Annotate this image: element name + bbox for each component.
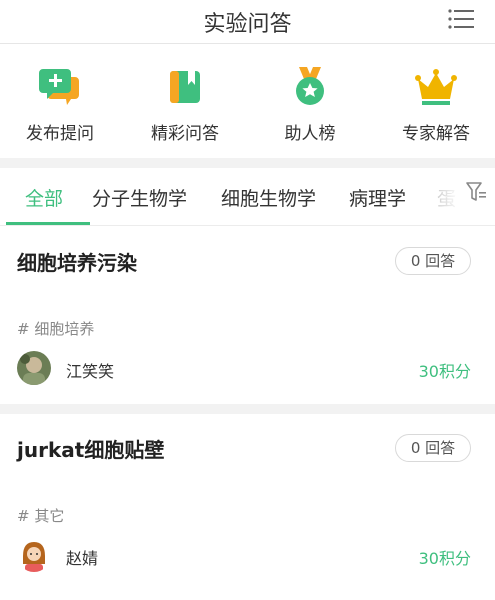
- question-title[interactable]: 细胞培养污染: [17, 247, 137, 276]
- tab-all[interactable]: 全部: [25, 184, 63, 211]
- filter-icon[interactable]: [465, 180, 487, 204]
- book-icon: [170, 71, 200, 103]
- question-card[interactable]: jurkat细胞贴壁 0 回答 # 其它 赵婧 30积分: [0, 414, 495, 600]
- list-menu-icon[interactable]: [447, 8, 475, 30]
- expert-answers-button[interactable]: 专家解答: [381, 67, 491, 144]
- tab-cell-biology[interactable]: 细胞生物学: [221, 184, 316, 211]
- category-tabs: 全部 分子生物学 细胞生物学 病理学 蛋: [0, 168, 495, 226]
- question-tag[interactable]: # 细胞培养: [17, 318, 94, 339]
- points-reward: 30积分: [418, 549, 471, 568]
- user-name[interactable]: 江笑笑: [66, 358, 114, 382]
- tab-pathology[interactable]: 病理学: [349, 184, 406, 211]
- featured-qa-button[interactable]: 精彩问答: [130, 67, 240, 144]
- points-reward: 30积分: [418, 362, 471, 381]
- page-title: 实验问答: [203, 12, 292, 37]
- active-tab-indicator: [6, 222, 90, 225]
- avatar[interactable]: [17, 351, 51, 385]
- tab-molecular-biology[interactable]: 分子生物学: [92, 184, 187, 211]
- section-divider: [0, 158, 495, 168]
- crown-icon: [415, 69, 457, 105]
- card-divider: [0, 404, 495, 414]
- filter-area: [433, 168, 495, 225]
- answer-count-badge[interactable]: 0 回答: [395, 247, 471, 275]
- question-card[interactable]: 细胞培养污染 0 回答 # 细胞培养 江笑笑 30积分: [0, 227, 495, 404]
- question-tag[interactable]: # 其它: [17, 505, 64, 526]
- ask-question-label: 发布提问: [26, 124, 94, 144]
- avatar[interactable]: [17, 538, 51, 572]
- user-name[interactable]: 赵婧: [66, 545, 98, 569]
- helper-ranking-label: 助人榜: [284, 124, 336, 144]
- quick-actions: 发布提问 精彩问答 助人榜 专家解答: [0, 45, 495, 158]
- app-header: 实验问答: [0, 0, 495, 44]
- question-title[interactable]: jurkat细胞贴壁: [17, 434, 164, 463]
- ask-question-icon: [39, 69, 79, 105]
- answer-count-badge[interactable]: 0 回答: [395, 434, 471, 462]
- expert-answers-label: 专家解答: [402, 124, 470, 144]
- helper-ranking-button[interactable]: 助人榜: [255, 67, 365, 144]
- medal-icon: [296, 67, 324, 105]
- ask-question-button[interactable]: 发布提问: [5, 67, 115, 144]
- featured-qa-label: 精彩问答: [151, 124, 219, 144]
